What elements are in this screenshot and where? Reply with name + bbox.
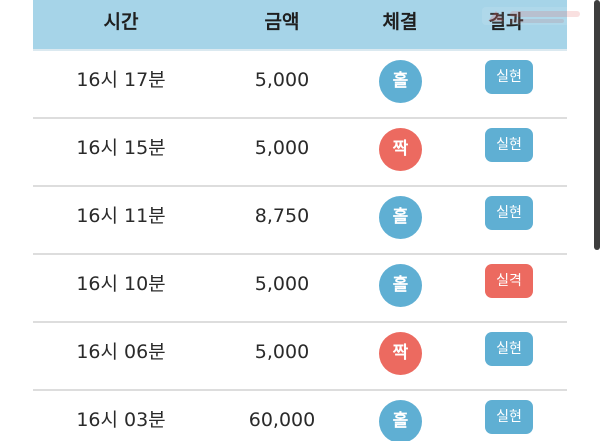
row-type-cell: 짝 — [355, 119, 445, 185]
odd-circle-badge: 홀 — [379, 60, 422, 103]
row-type-cell: 홀 — [355, 187, 445, 253]
result-badge: 실현 — [485, 332, 533, 366]
row-time: 16시 11분 — [76, 205, 166, 227]
header-time: 시간 — [103, 11, 139, 33]
row-time: 16시 15분 — [76, 137, 166, 159]
row-type-cell: 홀 — [355, 51, 445, 117]
row-type-cell: 홀 — [355, 255, 445, 321]
result-badge: 실현 — [485, 60, 533, 94]
row-result-cell: 실현 — [445, 187, 567, 253]
odd-circle-badge: 홀 — [379, 196, 422, 239]
row-type-cell: 짝 — [355, 323, 445, 389]
row-amount: 5,000 — [254, 273, 310, 295]
table-row: 16시 10분 5,000 홀 실격 — [33, 255, 567, 323]
header-amount: 금액 — [264, 11, 300, 33]
row-time: 16시 10분 — [76, 273, 166, 295]
odd-circle-badge: 홀 — [379, 264, 422, 307]
table-row: 16시 03분 60,000 홀 실현 — [33, 391, 567, 441]
row-result-cell: 실현 — [445, 51, 567, 117]
scrollbar-thumb[interactable] — [594, 0, 600, 250]
page: 시간 금액 체결 결과 16시 17분 5,000 홀 실현 16시 15분 5… — [0, 0, 600, 441]
row-time: 16시 17분 — [76, 69, 166, 91]
table-row: 16시 06분 5,000 짝 실현 — [33, 323, 567, 391]
row-result-cell: 실현 — [445, 119, 567, 185]
table-row: 16시 15분 5,000 짝 실현 — [33, 119, 567, 187]
row-result-cell: 실현 — [445, 323, 567, 389]
trade-history-table: 시간 금액 체결 결과 16시 17분 5,000 홀 실현 16시 15분 5… — [33, 0, 567, 441]
row-amount: 5,000 — [254, 69, 310, 91]
result-badge: 실현 — [485, 400, 533, 434]
result-badge: 실격 — [485, 264, 533, 298]
row-amount: 8,750 — [254, 205, 310, 227]
table-row: 16시 17분 5,000 홀 실현 — [33, 51, 567, 119]
scrollbar-track[interactable] — [592, 0, 600, 441]
result-badge: 실현 — [485, 128, 533, 162]
row-result-cell: 실격 — [445, 255, 567, 321]
table-row: 16시 11분 8,750 홀 실현 — [33, 187, 567, 255]
row-amount: 5,000 — [254, 341, 310, 363]
row-time: 16시 06분 — [76, 341, 166, 363]
even-circle-badge: 짝 — [379, 128, 422, 171]
odd-circle-badge: 홀 — [379, 400, 422, 441]
row-type-cell: 홀 — [355, 391, 445, 441]
result-badge: 실현 — [485, 196, 533, 230]
row-time: 16시 03분 — [76, 409, 166, 431]
row-amount: 5,000 — [254, 137, 310, 159]
row-amount: 60,000 — [248, 409, 316, 431]
row-result-cell: 실현 — [445, 391, 567, 441]
watermark-logo-icon — [482, 7, 590, 25]
even-circle-badge: 짝 — [379, 332, 422, 375]
header-type: 체결 — [382, 11, 418, 33]
